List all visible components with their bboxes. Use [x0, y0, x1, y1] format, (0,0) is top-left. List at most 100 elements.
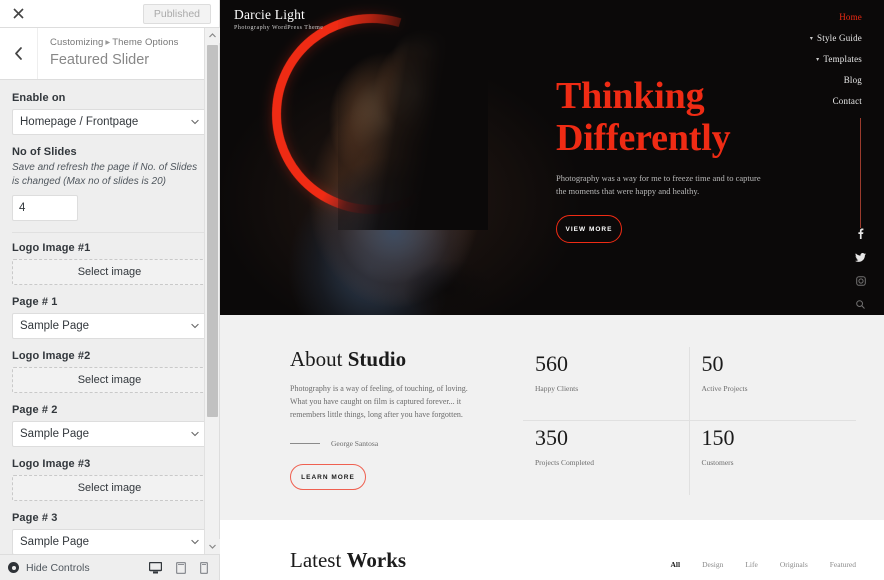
scrollbar-thumb[interactable]	[206, 45, 218, 417]
stat-card: 150 Customers	[690, 421, 857, 495]
about-heading-bold: Studio	[347, 347, 407, 371]
hide-controls-button[interactable]: Hide Controls	[8, 562, 90, 574]
enable-on-select[interactable]: Homepage / Frontpage	[12, 109, 207, 135]
site-branding[interactable]: Darcie Light Photography WordPress Theme	[234, 7, 323, 31]
works-heading-bold: Works	[346, 548, 407, 572]
customizer-controls: Enable on Homepage / Frontpage No of Slide…	[0, 80, 219, 554]
stat-label: Active Projects	[701, 384, 748, 393]
control-page-2: Page # 2 Sample Page	[12, 404, 207, 447]
scrollbar-track[interactable]	[205, 43, 220, 539]
device-preview-group	[149, 561, 213, 574]
customizer-footer: Hide Controls	[0, 554, 219, 580]
latest-works-section: Latest Works All Design Life Originals Featu…	[220, 520, 884, 573]
facebook-icon[interactable]	[857, 228, 864, 239]
learn-more-button[interactable]: LEARN MORE	[290, 464, 366, 490]
search-icon[interactable]	[856, 300, 865, 309]
works-heading-light: Latest	[290, 548, 342, 572]
nav-item-label: Contact	[832, 96, 862, 106]
sidebar-scrollbar[interactable]	[204, 28, 220, 554]
nav-item-label: Home	[839, 12, 862, 22]
hero-title-line-1: Thinking	[556, 75, 705, 117]
select-value: Sample Page	[20, 536, 90, 548]
about-text-column: About Studio Photography is a way of fee…	[290, 347, 505, 495]
stat-card: 350 Projects Completed	[523, 421, 690, 495]
control-description: Save and refresh the page if No. of Slid…	[12, 162, 198, 187]
stat-number: 560	[535, 351, 568, 376]
control-label: Enable on	[12, 92, 66, 104]
panel-titles: Customizing ▸ Theme Options Featured Slide…	[38, 28, 189, 79]
customizer-app: Published Customizing ▸ Theme Options Feat…	[0, 0, 884, 580]
stat-label: Happy Clients	[535, 384, 579, 393]
about-paragraph: Photography is a way of feeling, of touc…	[290, 384, 468, 419]
scroll-down-icon[interactable]	[204, 539, 220, 554]
instagram-icon[interactable]	[855, 276, 866, 286]
twitter-icon[interactable]	[855, 253, 866, 262]
page-1-select[interactable]: Sample Page	[12, 313, 207, 339]
control-label: No of Slides	[12, 146, 77, 158]
works-filter-life[interactable]: Life	[745, 560, 758, 569]
about-inner: About Studio Photography is a way of fee…	[220, 347, 884, 495]
stat-card: 50 Active Projects	[689, 347, 856, 421]
nav-item-templates[interactable]: ▾ Templates	[810, 54, 862, 64]
works-filter-originals[interactable]: Originals	[780, 560, 808, 569]
stat-number: 50	[701, 351, 724, 376]
works-filter-design[interactable]: Design	[702, 560, 723, 569]
control-divider	[12, 232, 207, 233]
works-filter-list: All Design Life Originals Featured	[670, 560, 856, 573]
nav-item-label: Templates	[823, 54, 862, 64]
breadcrumb-separator: ▸	[105, 37, 111, 48]
page-3-select[interactable]: Sample Page	[12, 529, 207, 554]
scroll-up-icon[interactable]	[204, 28, 220, 43]
control-label: Page # 1	[12, 296, 58, 308]
control-page-1: Page # 1 Sample Page	[12, 296, 207, 339]
close-icon[interactable]	[0, 0, 36, 27]
nav-item-home[interactable]: Home	[810, 12, 862, 22]
logo-image-2-button[interactable]: Select image	[12, 367, 207, 393]
nav-vertical-rule	[860, 118, 861, 228]
stat-card: 560 Happy Clients	[523, 347, 690, 421]
stat-number: 150	[701, 425, 735, 450]
no-of-slides-input[interactable]: 4	[12, 195, 78, 221]
breadcrumb: Customizing ▸ Theme Options	[50, 36, 179, 49]
select-value: Sample Page	[20, 428, 90, 440]
control-logo-image-3: Logo Image #3 Select image	[12, 458, 207, 501]
desktop-preview-icon[interactable]	[149, 561, 162, 574]
hide-controls-label: Hide Controls	[26, 561, 90, 574]
works-heading: Latest Works	[290, 548, 406, 573]
nav-item-blog[interactable]: Blog	[810, 75, 862, 85]
control-label: Logo Image #2	[12, 350, 91, 362]
about-section: About Studio Photography is a way of fee…	[220, 315, 884, 520]
tablet-preview-icon[interactable]	[176, 561, 186, 574]
stat-number: 350	[535, 425, 568, 450]
chevron-down-icon: ▾	[809, 35, 814, 42]
customizer-topbar: Published	[0, 0, 219, 28]
about-author: George Santosa	[331, 439, 379, 448]
customizer-sidebar: Published Customizing ▸ Theme Options Feat…	[0, 0, 220, 580]
back-button[interactable]	[0, 28, 38, 79]
about-heading: About Studio	[290, 347, 483, 372]
works-filter-featured[interactable]: Featured	[830, 560, 856, 569]
mobile-preview-icon[interactable]	[200, 561, 208, 574]
control-logo-image-2: Logo Image #2 Select image	[12, 350, 207, 393]
nav-item-contact[interactable]: Contact	[810, 96, 862, 106]
control-no-of-slides: No of Slides Save and refresh the page if…	[12, 146, 207, 221]
stat-label: Customers	[701, 458, 734, 467]
control-label: Logo Image #1	[12, 242, 91, 254]
works-filter-all[interactable]: All	[670, 560, 680, 569]
select-value: Homepage / Frontpage	[20, 116, 139, 128]
view-more-button[interactable]: VIEW MORE	[556, 215, 622, 243]
control-label: Page # 3	[12, 512, 58, 524]
chevron-down-icon: ▾	[816, 56, 820, 63]
publish-button[interactable]: Published	[142, 3, 211, 24]
customizer-panel-header: Customizing ▸ Theme Options Featured Slide…	[0, 28, 219, 80]
select-value: Sample Page	[20, 320, 90, 332]
social-links	[855, 228, 866, 309]
hero-copy: Thinking Differently Photography was a w…	[556, 75, 786, 243]
page-2-select[interactable]: Sample Page	[12, 421, 207, 447]
main-navigation: Home ▾ Style Guide ▾ Templates Blog Contact	[810, 12, 862, 117]
site-preview: Darcie Light Photography WordPress Theme…	[220, 0, 884, 580]
collapse-icon	[8, 562, 19, 573]
logo-image-3-button[interactable]: Select image	[12, 475, 207, 501]
nav-item-style-guide[interactable]: ▾ Style Guide	[810, 33, 862, 43]
logo-image-1-button[interactable]: Select image	[12, 259, 207, 285]
